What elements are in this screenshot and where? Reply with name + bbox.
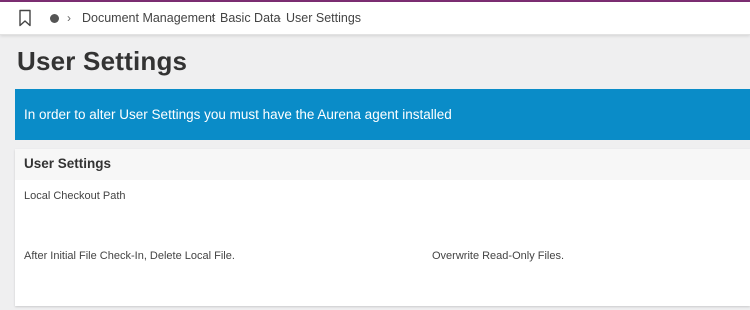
panel-header: User Settings [15, 149, 750, 180]
info-banner: In order to alter User Settings you must… [15, 89, 750, 140]
home-dot-icon[interactable] [50, 14, 59, 23]
chevron-right-icon: › [67, 11, 71, 25]
page-title: User Settings [17, 46, 188, 76]
info-banner-message: In order to alter User Settings you must… [24, 107, 452, 122]
delete-local-file-label: After Initial File Check-In, Delete Loca… [24, 250, 235, 262]
chevron-right-icon: › [211, 11, 215, 25]
bookmark-icon[interactable] [17, 9, 33, 27]
breadcrumb-item-document-management[interactable]: Document Management [82, 10, 215, 26]
local-checkout-path-label: Local Checkout Path [24, 190, 126, 202]
breadcrumb: › Document Management › Basic Data › Use… [0, 2, 750, 35]
chevron-right-icon: › [277, 11, 281, 25]
panel-title: User Settings [24, 156, 112, 171]
user-settings-panel: User Settings Local Checkout Path After … [15, 149, 750, 306]
breadcrumb-item-user-settings: User Settings [286, 11, 362, 25]
overwrite-read-only-label: Overwrite Read-Only Files. [432, 250, 565, 262]
breadcrumb-item-basic-data[interactable]: Basic Data [220, 10, 280, 26]
